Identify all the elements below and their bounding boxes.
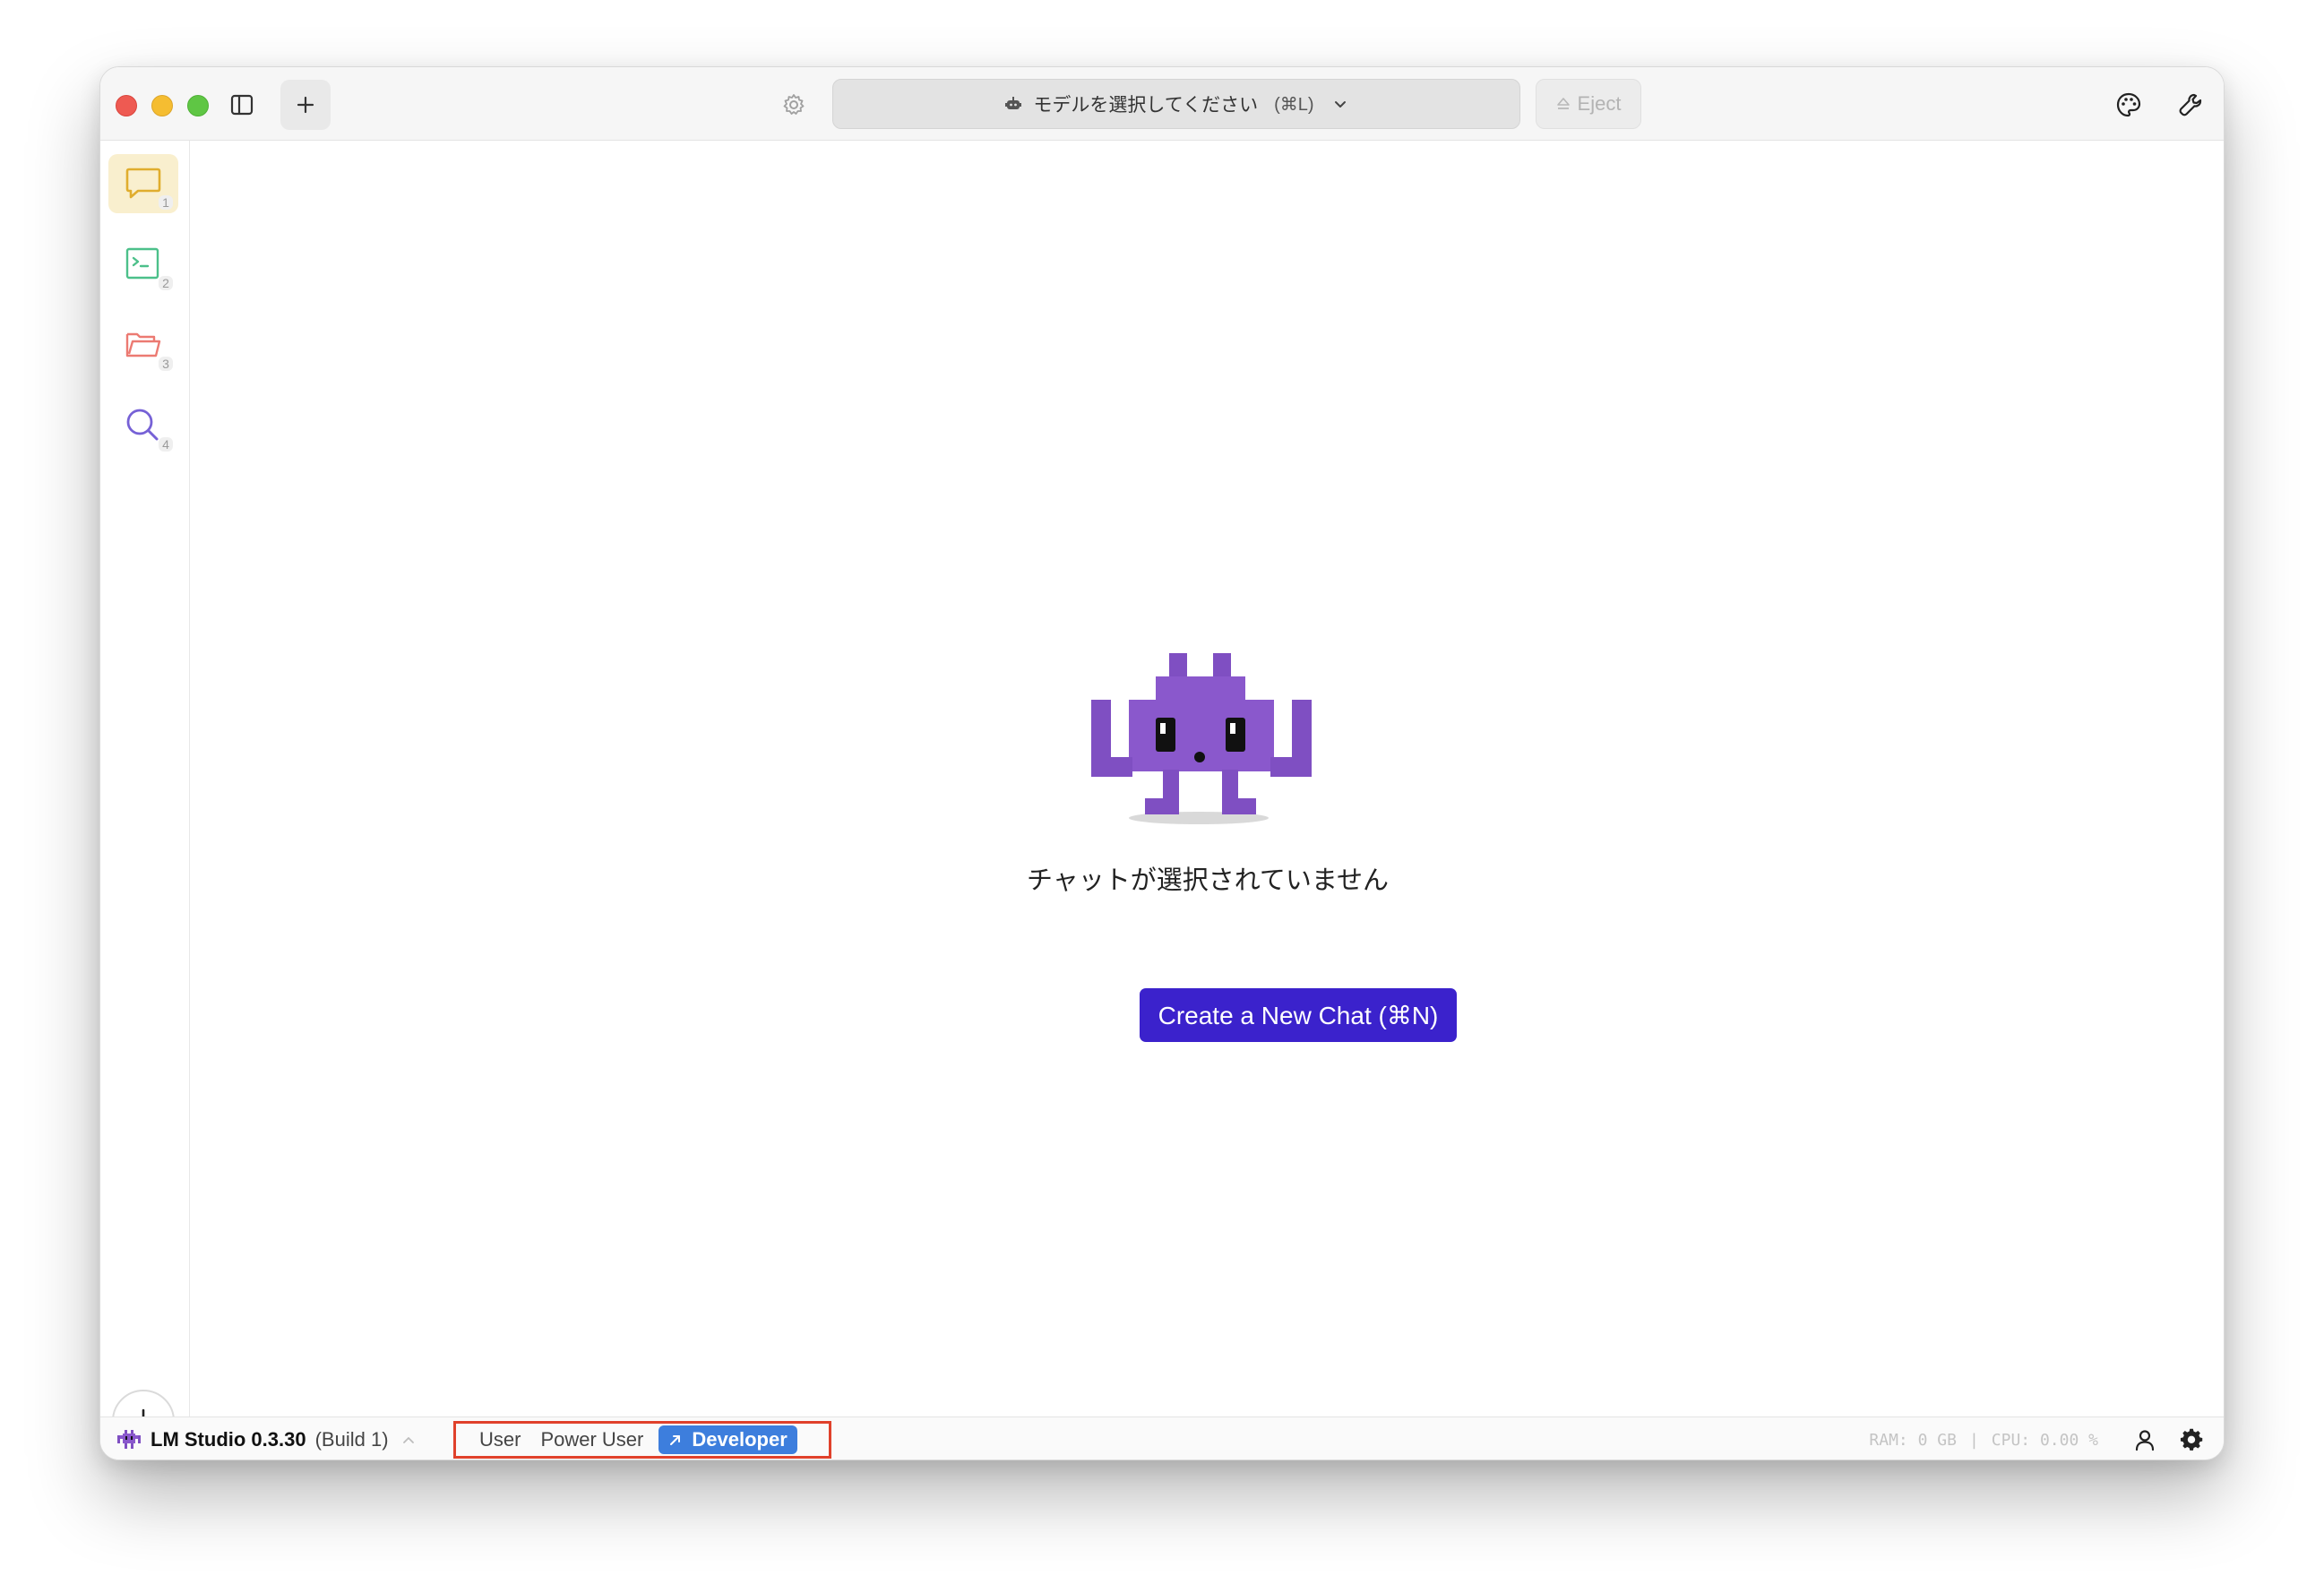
app-build: (Build 1) bbox=[314, 1428, 389, 1451]
left-rail: 1 2 3 4 bbox=[100, 141, 190, 1452]
rail-item-my-models[interactable]: 3 bbox=[108, 315, 178, 375]
app-name: LM Studio 0.3.30 bbox=[151, 1428, 306, 1451]
theme-button[interactable] bbox=[2111, 87, 2147, 123]
settings-button[interactable] bbox=[2177, 1425, 2206, 1454]
model-selector-placeholder: モデルを選択してください bbox=[1033, 95, 1259, 116]
sidebar-toggle-icon bbox=[230, 94, 254, 116]
cpu-usage: CPU: 0.00 % bbox=[1991, 1430, 2098, 1450]
model-settings-button[interactable] bbox=[778, 89, 810, 121]
mode-power-user[interactable]: Power User bbox=[530, 1425, 653, 1454]
zoom-window-button[interactable] bbox=[187, 95, 209, 116]
app-version-menu[interactable]: LM Studio 0.3.30 (Build 1) bbox=[116, 1417, 416, 1460]
eject-button[interactable]: Eject bbox=[1536, 79, 1641, 129]
eject-icon bbox=[1556, 98, 1570, 109]
model-selector[interactable]: モデルを選択してください (⌘L) bbox=[832, 79, 1520, 129]
chat-bubble-icon bbox=[125, 168, 161, 199]
chevron-down-icon bbox=[1334, 101, 1346, 108]
app-settings-button[interactable] bbox=[2173, 87, 2208, 123]
main-content: チャットが選択されていません Create a New Chat (⌘N) bbox=[190, 141, 2224, 1416]
wrench-icon bbox=[2179, 93, 2202, 116]
app-window: モデルを選択してください (⌘L) Eject 1 2 3 4 チャットが選択さ… bbox=[99, 66, 2225, 1460]
ram-usage: RAM: 0 GB bbox=[1869, 1430, 1957, 1450]
rail-badge: 1 bbox=[159, 195, 173, 210]
rail-badge: 3 bbox=[159, 357, 173, 371]
terminal-icon bbox=[125, 247, 159, 280]
mode-developer-label: Developer bbox=[692, 1428, 788, 1451]
rail-badge: 4 bbox=[159, 437, 173, 452]
folder-icon bbox=[125, 332, 161, 357]
eject-label: Eject bbox=[1577, 92, 1622, 115]
minimize-window-button[interactable] bbox=[151, 95, 173, 116]
empty-state-message: チャットが選択されていません bbox=[1027, 866, 1389, 895]
mode-user[interactable]: User bbox=[469, 1425, 530, 1454]
search-icon bbox=[126, 409, 159, 441]
model-selector-shortcut: (⌘L) bbox=[1274, 94, 1314, 115]
rail-item-discover[interactable]: 4 bbox=[108, 396, 178, 455]
resource-stats: RAM: 0 GB | CPU: 0.00 % bbox=[1869, 1417, 2098, 1460]
sidebar-toggle-button[interactable] bbox=[226, 89, 258, 121]
rail-item-developer[interactable]: 2 bbox=[108, 235, 178, 294]
rail-badge: 2 bbox=[159, 276, 173, 290]
account-button[interactable] bbox=[2130, 1425, 2159, 1454]
create-new-chat-button[interactable]: Create a New Chat (⌘N) bbox=[1140, 988, 1457, 1042]
stats-separator: | bbox=[1968, 1430, 1979, 1450]
chevron-up-icon bbox=[402, 1437, 414, 1443]
user-icon bbox=[2135, 1430, 2155, 1451]
robot-icon bbox=[1005, 97, 1022, 109]
arrow-up-right-icon bbox=[670, 1435, 681, 1445]
rail-item-chat[interactable]: 1 bbox=[108, 154, 178, 213]
new-tab-button[interactable] bbox=[280, 80, 331, 130]
close-window-button[interactable] bbox=[116, 95, 137, 116]
ui-mode-switcher: User Power User Developer bbox=[453, 1421, 831, 1459]
title-bar: モデルを選択してください (⌘L) Eject bbox=[100, 67, 2224, 141]
gear-icon bbox=[783, 94, 805, 115]
status-bar: LM Studio 0.3.30 (Build 1) User Power Us… bbox=[100, 1416, 2224, 1460]
plus-icon bbox=[297, 96, 314, 114]
palette-icon bbox=[2116, 92, 2141, 117]
gear-icon bbox=[2180, 1428, 2203, 1451]
mascot-illustration bbox=[1091, 653, 1312, 824]
mode-developer[interactable]: Developer bbox=[658, 1425, 797, 1454]
lm-studio-logo-icon bbox=[117, 1430, 141, 1449]
